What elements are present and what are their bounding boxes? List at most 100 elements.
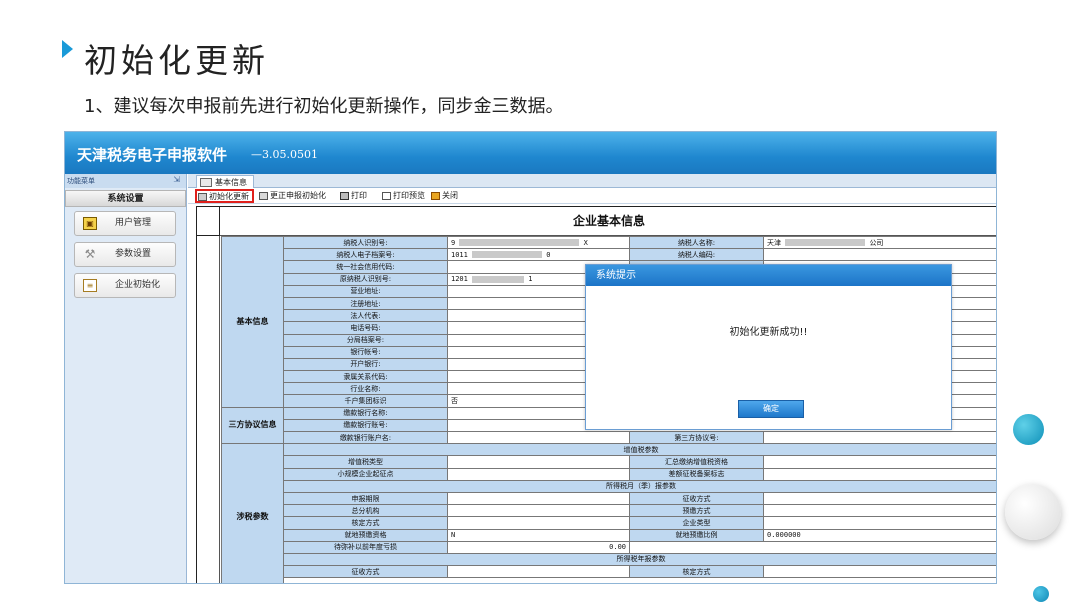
field-label: 企业类型 xyxy=(629,516,764,530)
field-label: 隶属关系代码: xyxy=(283,370,448,384)
field-label: 营业地址: xyxy=(283,284,448,298)
annual-levy-field[interactable] xyxy=(447,565,630,579)
field-label: 银行帐号: xyxy=(283,345,448,359)
taxpayer-code-field[interactable] xyxy=(763,248,996,262)
field-label: 分局档案号: xyxy=(283,333,448,347)
init-update-label: 初始化更新 xyxy=(209,192,249,201)
field-label: 就地预缴资格 xyxy=(283,528,448,542)
table-row: 征收方式 核定方式 xyxy=(222,565,996,579)
field-label: 增值税类型 xyxy=(283,455,448,469)
small-scale-field[interactable] xyxy=(447,467,630,481)
sidebar-item-label: 用户管理 xyxy=(115,218,152,228)
assess-method-field[interactable] xyxy=(447,516,630,530)
group-tripartite: 三方协议信息 xyxy=(221,406,284,445)
slide-subtitle: 1、建议每次申报前先进行初始化更新操作，同步金三数据。 xyxy=(84,96,564,117)
table-row: 纳税人电子档案号: 1011 0 纳税人编码: xyxy=(222,248,996,262)
agreement-no-field[interactable] xyxy=(763,430,996,445)
table-row: 所得税年报参数 xyxy=(222,552,996,567)
field-value: 1201 xyxy=(451,275,468,284)
group-basic-info: 基本信息 xyxy=(221,236,284,408)
field-label: 征收方式 xyxy=(283,565,448,579)
sidebar-item-label: 参数设置 xyxy=(115,249,152,259)
sidebar-item-parameter-settings[interactable]: ⚒ 参数设置 xyxy=(74,242,176,267)
field-value: 公司 xyxy=(869,238,884,247)
print-preview-button[interactable]: 打印预览 xyxy=(381,190,425,203)
prepay-method-field[interactable] xyxy=(763,504,996,518)
field-label: 千户集团标识 xyxy=(283,394,448,408)
close-icon xyxy=(431,192,440,200)
sidebar-header-label: 功能菜单 xyxy=(67,177,95,185)
field-label: 注册地址: xyxy=(283,296,448,311)
correction-init-button[interactable]: 更正申报初始化 xyxy=(258,190,326,203)
sidebar-item-user-management[interactable]: ▣ 用户管理 xyxy=(74,211,176,236)
slide-heading: 初始化更新 xyxy=(84,41,269,80)
redaction xyxy=(459,239,580,247)
tab-basic-info[interactable]: 基本信息 xyxy=(196,175,254,188)
diff-levy-field[interactable] xyxy=(763,467,996,481)
print-label: 打印 xyxy=(351,191,367,200)
field-value: 天津 xyxy=(767,238,781,247)
section-header: 所得税月（季）报参数 xyxy=(283,479,996,493)
vat-type-field[interactable] xyxy=(447,455,630,469)
field-label: 征收方式 xyxy=(629,491,764,506)
field-label: 统一社会信用代码: xyxy=(283,260,448,274)
field-value: 0 xyxy=(546,250,551,259)
enterprise-type-field[interactable] xyxy=(763,516,996,530)
print-button[interactable]: 打印 xyxy=(339,190,367,203)
table-row: 增值税类型 汇总缴纳增值税资格 xyxy=(222,455,996,469)
vat-summary-field[interactable] xyxy=(763,455,996,469)
user-icon: ▣ xyxy=(83,217,97,230)
field-label: 第三方协议号: xyxy=(629,430,764,445)
table-row: 核定方式 企业类型 xyxy=(222,516,996,530)
annual-assess-field[interactable] xyxy=(763,565,996,579)
table-row: 涉税参数 增值税参数 xyxy=(221,443,996,583)
form-left-strip xyxy=(196,236,220,583)
group-tax-params: 涉税参数 xyxy=(221,443,284,583)
app-title: 天津税务电子申报软件 xyxy=(77,146,228,164)
field-label: 就地预缴比例 xyxy=(629,528,764,542)
preview-icon xyxy=(382,192,391,200)
sidebar-section-system-settings[interactable]: 系统设置 xyxy=(65,190,186,207)
field-label: 行业名称: xyxy=(283,382,448,396)
field-label: 小规模企业起征点 xyxy=(283,467,448,481)
taxpayer-name-field[interactable]: 天津 公司 xyxy=(763,235,996,250)
system-prompt-dialog: 系统提示 初始化更新成功!! 确定 xyxy=(585,264,952,430)
taxpayer-id-field[interactable]: 9 X xyxy=(447,235,630,250)
grid-icon xyxy=(259,192,268,200)
field-label: 电话号码: xyxy=(283,321,448,335)
levy-method-field[interactable] xyxy=(763,491,996,506)
pay-account-name-field[interactable] xyxy=(447,430,630,445)
sidebar-item-label: 企业初始化 xyxy=(115,280,161,290)
loss-carryover-field[interactable]: 0.00 xyxy=(447,540,630,554)
sidebar-item-enterprise-init[interactable]: ≡ 企业初始化 xyxy=(74,273,176,298)
section-header: 所得税年报参数 xyxy=(283,552,996,567)
correction-init-label: 更正申报初始化 xyxy=(270,191,326,200)
decorative-circle-icon xyxy=(1005,484,1061,540)
table-row: 小规模企业起征点 差额征税备案标志 xyxy=(222,467,996,481)
table-row: 所得税月（季）报参数 xyxy=(222,479,996,493)
redaction xyxy=(472,251,543,259)
table-row: 缴款银行账户名: 第三方协议号: xyxy=(222,430,996,445)
close-button[interactable]: 关闭 xyxy=(430,190,458,203)
field-label: 核定方式 xyxy=(283,516,448,530)
field-label: 预缴方式 xyxy=(629,504,764,518)
field-value: 9 xyxy=(451,238,456,247)
local-prepay-ratio-field[interactable]: 0.000000 xyxy=(763,528,996,542)
init-update-button[interactable]: 初始化更新 xyxy=(195,189,254,203)
local-prepay-field[interactable]: N xyxy=(447,528,630,542)
field-label: 纳税人识别号: xyxy=(283,235,448,250)
e-archive-field[interactable]: 1011 0 xyxy=(447,248,630,262)
decorative-circle-icon xyxy=(1033,586,1049,602)
ok-button[interactable]: 确定 xyxy=(738,400,804,418)
pin-icon[interactable]: ⇲ xyxy=(173,175,180,184)
field-label: 缴款银行账号: xyxy=(283,418,448,433)
field-label: 纳税人编码: xyxy=(629,248,764,262)
refresh-icon xyxy=(198,193,207,201)
field-label: 法人代表: xyxy=(283,309,448,323)
hq-branch-field[interactable] xyxy=(447,504,630,518)
table-row xyxy=(222,577,996,583)
field-label: 总分机构 xyxy=(283,504,448,518)
declare-period-field[interactable] xyxy=(447,491,630,506)
field-label: 核定方式 xyxy=(629,565,764,579)
field-label: 开户银行: xyxy=(283,357,448,372)
